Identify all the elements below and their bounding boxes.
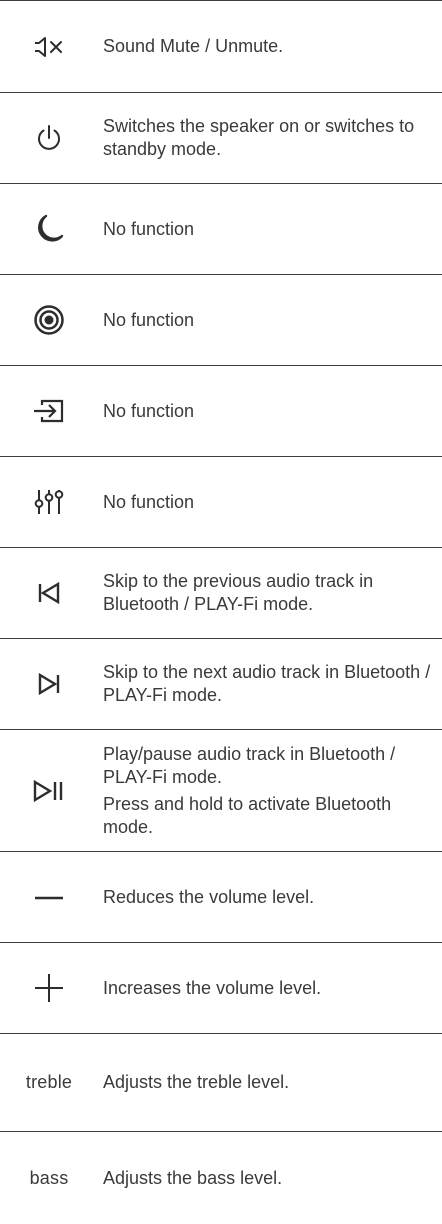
treble-label: treble: [25, 1072, 73, 1092]
table-row: Switches the speaker on or switches to s…: [0, 92, 442, 183]
table-row: Increases the volume level.: [0, 942, 442, 1033]
row-description: Skip to the next audio track in Bluetoot…: [103, 639, 436, 729]
description-text: No function: [103, 309, 195, 330]
table-row: Skip to the next audio track in Bluetoot…: [0, 638, 442, 729]
mute-icon: [8, 1, 90, 92]
row-description: No function: [103, 275, 436, 365]
description-text: Skip to the next audio track in Bluetoot…: [103, 662, 431, 705]
skip-previous-icon: [8, 548, 90, 638]
row-description: Switches the speaker on or switches to s…: [103, 93, 436, 183]
row-description: Skip to the previous audio track in Blue…: [103, 548, 436, 638]
description-text: Reduces the volume level.: [103, 886, 315, 907]
target-icon: [8, 275, 90, 365]
minus-icon: [8, 852, 90, 942]
table-row: No function: [0, 274, 442, 365]
row-description: Increases the volume level.: [103, 943, 436, 1033]
skip-next-icon: [8, 639, 90, 729]
play-pause-icon: [8, 730, 90, 851]
row-description: No function: [103, 457, 436, 547]
input-icon: [8, 366, 90, 456]
row-description: No function: [103, 366, 436, 456]
table-row: Reduces the volume level.: [0, 851, 442, 942]
description-text: Adjusts the treble level.: [103, 1072, 290, 1092]
description-text: Switches the speaker on or switches to s…: [103, 116, 415, 159]
bass-label: bass: [29, 1167, 69, 1188]
remote-control-functions-table: Sound Mute / Unmute. Switches the speake…: [0, 0, 442, 1224]
description-text: No function: [103, 218, 195, 239]
description-text: Sound Mute / Unmute.: [103, 36, 284, 56]
table-row: bass Adjusts the bass level.: [0, 1131, 442, 1224]
equalizer-icon: [8, 457, 90, 547]
description-text: Skip to the previous audio track in Blue…: [103, 571, 374, 614]
table-row: Play/pause audio track in Bluetooth / PL…: [0, 729, 442, 851]
bass-button-label: bass: [8, 1132, 90, 1224]
description-text: Increases the volume level.: [103, 977, 322, 998]
table-row: No function: [0, 456, 442, 547]
description-text: Press and hold to activate Bluetooth mod…: [103, 793, 392, 837]
table-row: No function: [0, 183, 442, 274]
moon-icon: [8, 184, 90, 274]
row-description: Reduces the volume level.: [103, 852, 436, 942]
row-description: Play/pause audio track in Bluetooth / PL…: [103, 730, 436, 851]
row-description: Adjusts the treble level.: [103, 1034, 436, 1131]
description-text: No function: [103, 400, 195, 421]
table-row: Sound Mute / Unmute.: [0, 0, 442, 92]
table-row: treble Adjusts the treble level.: [0, 1033, 442, 1131]
plus-icon: [8, 943, 90, 1033]
row-description: Sound Mute / Unmute.: [103, 1, 436, 92]
description-text: Play/pause audio track in Bluetooth / PL…: [103, 743, 396, 787]
description-text: No function: [103, 491, 195, 512]
table-row: No function: [0, 365, 442, 456]
row-description: Adjusts the bass level.: [103, 1132, 436, 1224]
power-icon: [8, 93, 90, 183]
treble-button-label: treble: [8, 1034, 90, 1131]
row-description: No function: [103, 184, 436, 274]
table-row: Skip to the previous audio track in Blue…: [0, 547, 442, 638]
description-text: Adjusts the bass level.: [103, 1167, 283, 1188]
